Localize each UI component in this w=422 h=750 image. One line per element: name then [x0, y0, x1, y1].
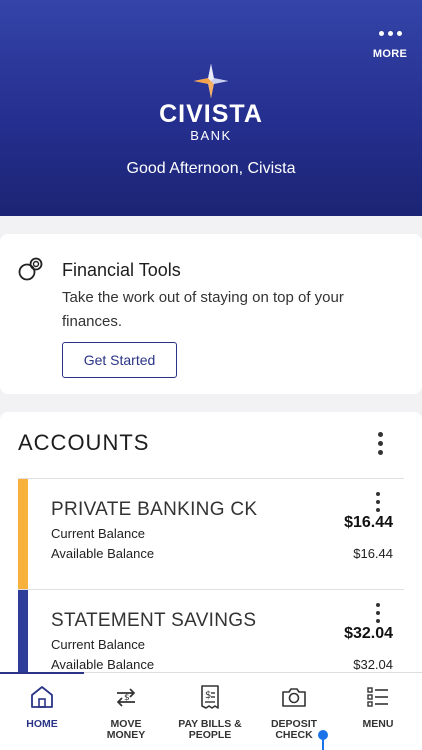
more-button[interactable]: MORE [370, 30, 410, 60]
svg-text:$: $ [124, 693, 130, 703]
account-options-icon[interactable] [372, 492, 384, 512]
financial-tools-title: Financial Tools [62, 260, 181, 280]
camera-icon [282, 688, 306, 707]
accounts-title: ACCOUNTS [18, 430, 150, 455]
account-row-statement-savings[interactable]: STATEMENT SAVINGS Current Balance Availa… [18, 589, 404, 682]
transfer-arrows-icon: $ [116, 688, 136, 707]
account-color-bar [18, 590, 28, 682]
app-header: MORE CIVISTA BANK Good Afternoon, Civist… [0, 0, 422, 216]
available-balance-amount: $16.44 [353, 546, 393, 561]
more-label: MORE [372, 48, 408, 60]
nav-pay-bills[interactable]: $ PAY BILLS & PEOPLE [168, 673, 252, 750]
nav-label-line2: MONEY [106, 729, 146, 741]
home-icon [31, 686, 53, 708]
available-balance-amount: $32.04 [353, 657, 393, 672]
account-color-bar [18, 479, 28, 590]
nav-menu[interactable]: MENU [336, 673, 420, 750]
accounts-card: ACCOUNTS PRIVATE BANKING CK Current Bala… [0, 412, 422, 682]
get-started-button[interactable]: Get Started [62, 342, 177, 378]
financial-tools-description: Take the work out of staying on top of y… [62, 289, 344, 330]
brand-name: CIVISTA [159, 100, 263, 128]
accounts-options-icon[interactable] [374, 432, 386, 455]
touch-indicator-stem [322, 738, 324, 750]
nav-label: HOME [0, 719, 84, 730]
available-balance-label: Available Balance [51, 546, 155, 561]
bill-icon: $ [201, 685, 219, 709]
greeting-text: Good Afternoon, Civista [126, 160, 296, 177]
coins-icon [18, 257, 43, 281]
nav-label: MENU [336, 719, 420, 730]
more-dots-icon [370, 30, 410, 36]
nav-label: MOVE MONEY [84, 719, 168, 741]
menu-list-icon [367, 687, 388, 707]
account-name: PRIVATE BANKING CK [51, 499, 258, 520]
account-row-private-banking[interactable]: PRIVATE BANKING CK Current Balance Avail… [18, 478, 404, 590]
financial-tools-card: Financial Tools Take the work out of sta… [0, 234, 422, 394]
civista-star-logo-icon [193, 63, 229, 99]
available-balance-label: Available Balance [51, 657, 155, 672]
nav-move-money[interactable]: $ MOVE MONEY [84, 673, 168, 750]
nav-label-line1: HOME [26, 718, 58, 730]
current-balance-amount: $16.44 [344, 514, 393, 531]
nav-label-line2: PEOPLE [188, 729, 232, 741]
brand-subtitle: BANK [190, 128, 232, 143]
nav-home[interactable]: HOME [0, 673, 84, 750]
nav-label-line1: MENU [362, 718, 394, 730]
account-options-icon[interactable] [372, 603, 384, 623]
current-balance-label: Current Balance [51, 526, 145, 541]
svg-text:$: $ [205, 690, 211, 701]
nav-label: PAY BILLS & PEOPLE [168, 719, 252, 741]
bottom-navigation: HOME $ MOVE MONEY $ PAY BILLS & PEOPLE D… [0, 672, 422, 750]
account-name: STATEMENT SAVINGS [51, 610, 257, 631]
current-balance-label: Current Balance [51, 637, 145, 652]
current-balance-amount: $32.04 [344, 625, 393, 642]
